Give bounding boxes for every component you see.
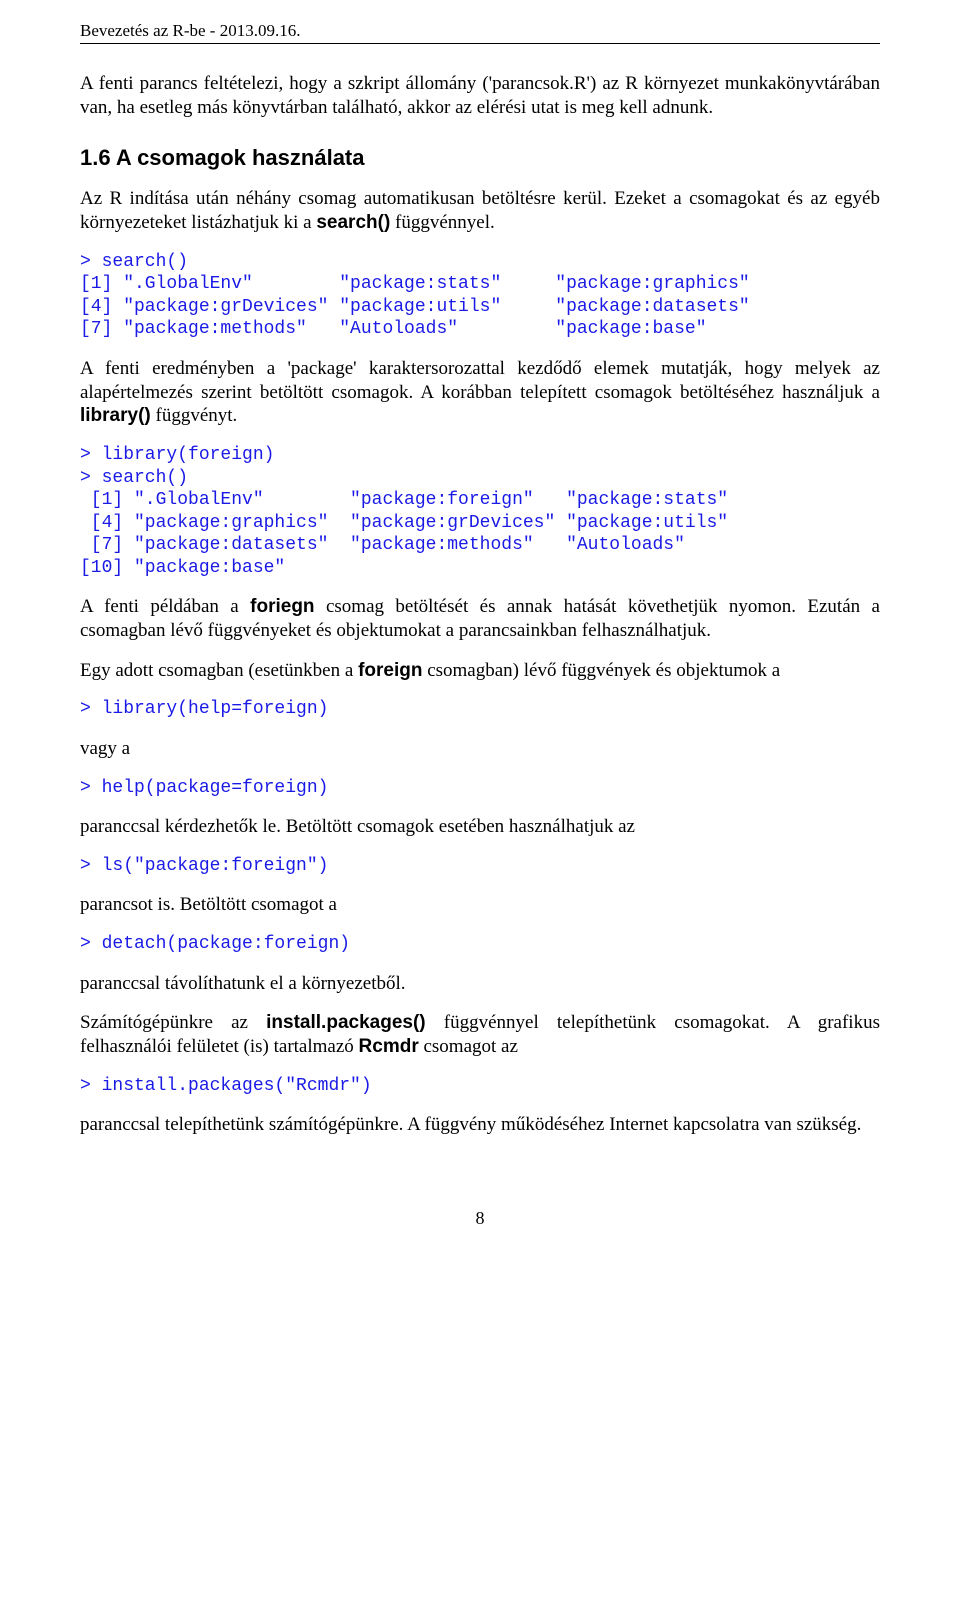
paragraph: paranccsal távolíthatunk el a környezetb… — [80, 972, 880, 996]
text: csomagban) lévő függvények és objektumok… — [422, 660, 780, 681]
text-bold-func: install.packages() — [266, 1012, 425, 1033]
text: Egy adott csomagban (esetünkben a — [80, 660, 358, 681]
text: A fenti példában a — [80, 596, 250, 617]
text: A fenti eredményben a 'package' karakter… — [80, 358, 880, 403]
code-block-search1: > search() [1] ".GlobalEnv" "package:sta… — [80, 251, 880, 341]
code-block-libhelp: > library(help=foreign) — [80, 698, 880, 721]
code-block-search2: > library(foreign) > search() [1] ".Glob… — [80, 444, 880, 579]
code-block-install: > install.packages("Rcmdr") — [80, 1075, 880, 1098]
text-bold-func: library() — [80, 405, 151, 426]
section-heading: 1.6 A csomagok használata — [80, 144, 880, 172]
paragraph: parancsot is. Betöltött csomagot a — [80, 893, 880, 917]
code-block-helppkg: > help(package=foreign) — [80, 777, 880, 800]
text: függvényt. — [151, 405, 238, 426]
paragraph: vagy a — [80, 737, 880, 761]
text: A fenti parancs feltételezi, hogy a szkr… — [80, 73, 489, 94]
paragraph: Számítógépünkre az install.packages() fü… — [80, 1011, 880, 1059]
code-block-detach: > detach(package:foreign) — [80, 933, 880, 956]
paragraph: Az R indítása után néhány csomag automat… — [80, 187, 880, 235]
paragraph: A fenti eredményben a 'package' karakter… — [80, 357, 880, 428]
text-bold-func: search() — [316, 212, 390, 233]
text-bold-pkgname: foriegn — [250, 596, 314, 617]
text: Számítógépünkre az — [80, 1012, 266, 1033]
paragraph: paranccsal telepíthetünk számítógépünkre… — [80, 1113, 880, 1137]
page-header: Bevezetés az R-be - 2013.09.16. — [80, 20, 880, 44]
text-bold-pkgname: Rcmdr — [359, 1036, 419, 1057]
paragraph: A fenti példában a foriegn csomag betölt… — [80, 595, 880, 643]
paragraph: paranccsal kérdezhetők le. Betöltött cso… — [80, 815, 880, 839]
text: függvénnyel. — [390, 212, 494, 233]
text-bold-pkgname: foreign — [358, 660, 422, 681]
paragraph: Egy adott csomagban (esetünkben a foreig… — [80, 659, 880, 683]
paragraph-intro: A fenti parancs feltételezi, hogy a szkr… — [80, 72, 880, 120]
text-code-inline: 'parancsok.R' — [489, 73, 590, 94]
code-block-ls: > ls("package:foreign") — [80, 855, 880, 878]
text: csomagot az — [419, 1036, 518, 1057]
page-number: 8 — [80, 1207, 880, 1230]
document-page: Bevezetés az R-be - 2013.09.16. A fenti … — [0, 0, 960, 1270]
